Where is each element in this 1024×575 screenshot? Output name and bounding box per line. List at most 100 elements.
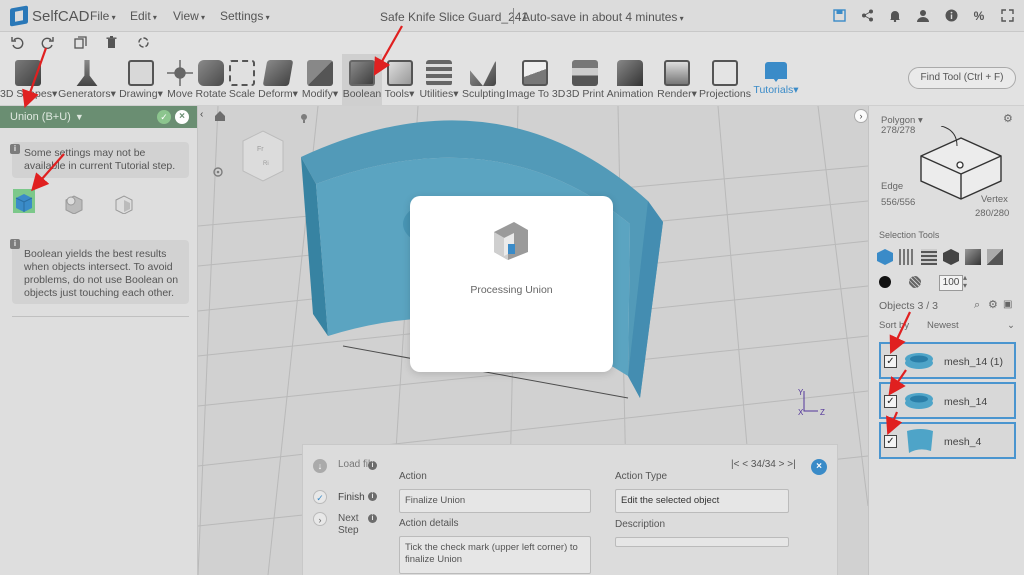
settings-gear-icon[interactable]: ⚙ xyxy=(1003,112,1013,125)
union-option[interactable] xyxy=(13,189,35,213)
edge-label: Edge xyxy=(881,181,904,192)
tool-animation[interactable]: Animation xyxy=(606,54,654,106)
cube-icon xyxy=(15,60,41,86)
object-row-mesh-4[interactable]: ✓ mesh_4 xyxy=(879,422,1016,459)
boolean-panel: Union (B+U) ▼ ✓ × Some settings may not b… xyxy=(0,106,198,575)
tool-render[interactable]: Render▾ xyxy=(656,54,698,106)
close-tutorial-button[interactable]: × xyxy=(811,459,827,475)
tool-tutorials[interactable]: Tutorials▾ xyxy=(753,54,799,106)
tool-generators[interactable]: Generators▾ xyxy=(58,54,116,106)
select-vertex-icon[interactable] xyxy=(943,249,959,265)
action-details-value: Tick the check mark (upper left corner) … xyxy=(399,536,591,574)
tool-rotate[interactable]: Rotate xyxy=(195,54,227,106)
tool-label: Drawing▾ xyxy=(119,88,163,100)
share-icon[interactable] xyxy=(860,9,874,23)
menu-settings[interactable]: Settings xyxy=(220,9,270,23)
object-checkbox[interactable]: ✓ xyxy=(884,395,897,408)
union-panel-header[interactable]: Union (B+U) ▼ ✓ × xyxy=(0,106,197,128)
scale-icon xyxy=(229,60,255,86)
sort-select[interactable]: Newest ⌄ xyxy=(927,320,1015,331)
intersection-option[interactable] xyxy=(113,192,135,216)
confirm-check-button[interactable]: ✓ xyxy=(157,110,171,124)
last-step-button[interactable]: >| xyxy=(787,459,795,470)
deform-icon xyxy=(262,60,294,86)
next-step-button[interactable]: > xyxy=(779,459,785,470)
3d-viewport[interactable]: Fr Ri YZX Processing Union ↓ Load file i xyxy=(198,106,868,575)
refresh-selection-icon[interactable] xyxy=(136,36,150,50)
tool-utilities[interactable]: Utilities▾ xyxy=(417,54,461,106)
tool-modify[interactable]: Modify▾ xyxy=(300,54,340,106)
add-folder-icon[interactable]: ▣ xyxy=(1003,299,1012,310)
menu-edit[interactable]: Edit xyxy=(130,9,157,23)
tool-deform[interactable]: Deform▾ xyxy=(257,54,299,106)
tool-label: Modify▾ xyxy=(301,88,339,100)
title-divider xyxy=(513,8,514,24)
tool-label: Move xyxy=(167,88,193,100)
step-finish[interactable]: ✓ Finish i xyxy=(313,490,403,506)
redo-icon[interactable] xyxy=(40,36,54,50)
object-row-mesh-14[interactable]: ✓ mesh_14 xyxy=(879,382,1016,419)
prev-step-button[interactable]: < xyxy=(742,459,748,470)
account-icon[interactable] xyxy=(916,9,930,23)
object-row-mesh-14-1[interactable]: ✓ mesh_14 (1) xyxy=(879,342,1016,379)
brush-size-input[interactable]: 100 xyxy=(939,275,963,291)
tool-3d-shapes[interactable]: 3D Shapes▾ xyxy=(0,54,57,106)
tutorials-play-icon xyxy=(765,62,787,82)
delete-icon[interactable] xyxy=(104,36,118,50)
tool-3d-print[interactable]: 3D Print xyxy=(565,54,605,106)
app-name: SelfCAD xyxy=(32,7,90,25)
gear-icon[interactable]: ⚙ xyxy=(988,298,998,311)
object-name: mesh_14 xyxy=(944,396,988,408)
expand-right-panel-icon[interactable]: › xyxy=(854,109,868,123)
tool-image-to-3d[interactable]: Image To 3D xyxy=(506,54,565,106)
menu-file[interactable]: File xyxy=(90,9,116,23)
brush-soft-icon[interactable] xyxy=(909,276,921,288)
tool-drawing[interactable]: Drawing▾ xyxy=(118,54,164,106)
tool-sculpting[interactable]: Sculpting xyxy=(462,54,505,106)
tool-move[interactable]: Move xyxy=(166,54,194,106)
menu-view[interactable]: View xyxy=(173,9,205,23)
document-title[interactable]: Safe Knife Slice Guard_241 xyxy=(380,10,528,24)
autosave-status[interactable]: Auto-save in about 4 minutes xyxy=(522,10,684,24)
notifications-icon[interactable] xyxy=(888,9,902,23)
object-checkbox[interactable]: ✓ xyxy=(884,435,897,448)
logo-icon xyxy=(10,5,28,27)
chevron-down-icon: ▼ xyxy=(74,112,84,122)
main-toolbar: 3D Shapes▾ Generators▾ Drawing▾ Move Rot… xyxy=(0,54,1024,106)
action-type-label: Action Type xyxy=(615,471,668,482)
ring-thumbnail-icon xyxy=(905,393,933,409)
boolean-tip-box: Boolean yields the best results when obj… xyxy=(12,240,189,304)
tool-scale[interactable]: Scale xyxy=(228,54,256,106)
copy-icon[interactable] xyxy=(73,36,87,50)
close-panel-button[interactable]: × xyxy=(175,110,189,124)
tool-projections[interactable]: Projections xyxy=(699,54,751,106)
select-face-icon[interactable] xyxy=(965,249,981,265)
object-checkbox[interactable]: ✓ xyxy=(884,355,897,368)
tool-boolean[interactable]: Boolean xyxy=(342,54,382,106)
brush-solid-icon[interactable] xyxy=(879,276,891,288)
description-label: Description xyxy=(615,519,666,530)
search-icon[interactable]: ⌕ xyxy=(974,299,980,312)
undo-icon[interactable] xyxy=(10,36,24,50)
step-next[interactable]: › Next Step i xyxy=(313,511,403,537)
difference-option[interactable] xyxy=(63,192,85,216)
action-value: Finalize Union xyxy=(399,489,591,513)
tool-tools[interactable]: Tools▾ xyxy=(383,54,416,106)
units-icon[interactable]: % xyxy=(972,9,986,23)
step-load-file[interactable]: ↓ Load file i xyxy=(313,459,403,485)
find-tool-search[interactable]: Find Tool (Ctrl + F) xyxy=(908,67,1016,89)
select-object-icon[interactable] xyxy=(877,249,893,265)
info-icon[interactable] xyxy=(944,9,958,23)
first-step-button[interactable]: |< xyxy=(731,459,739,470)
select-edge-icon[interactable] xyxy=(921,249,937,265)
brush-size-stepper[interactable]: ▴ ▾ xyxy=(963,274,967,290)
ring-thumbnail-icon xyxy=(905,353,933,369)
save-icon[interactable] xyxy=(832,9,846,23)
drawing-icon xyxy=(128,60,154,86)
selfcad-logo[interactable]: SelfCAD xyxy=(10,5,90,27)
image-to-3d-icon xyxy=(522,60,548,86)
fullscreen-icon[interactable] xyxy=(1000,9,1014,23)
collapse-left-panel-icon[interactable]: ‹ xyxy=(200,109,214,123)
select-polygon-icon[interactable] xyxy=(899,249,915,265)
select-mesh-icon[interactable] xyxy=(987,249,1003,265)
